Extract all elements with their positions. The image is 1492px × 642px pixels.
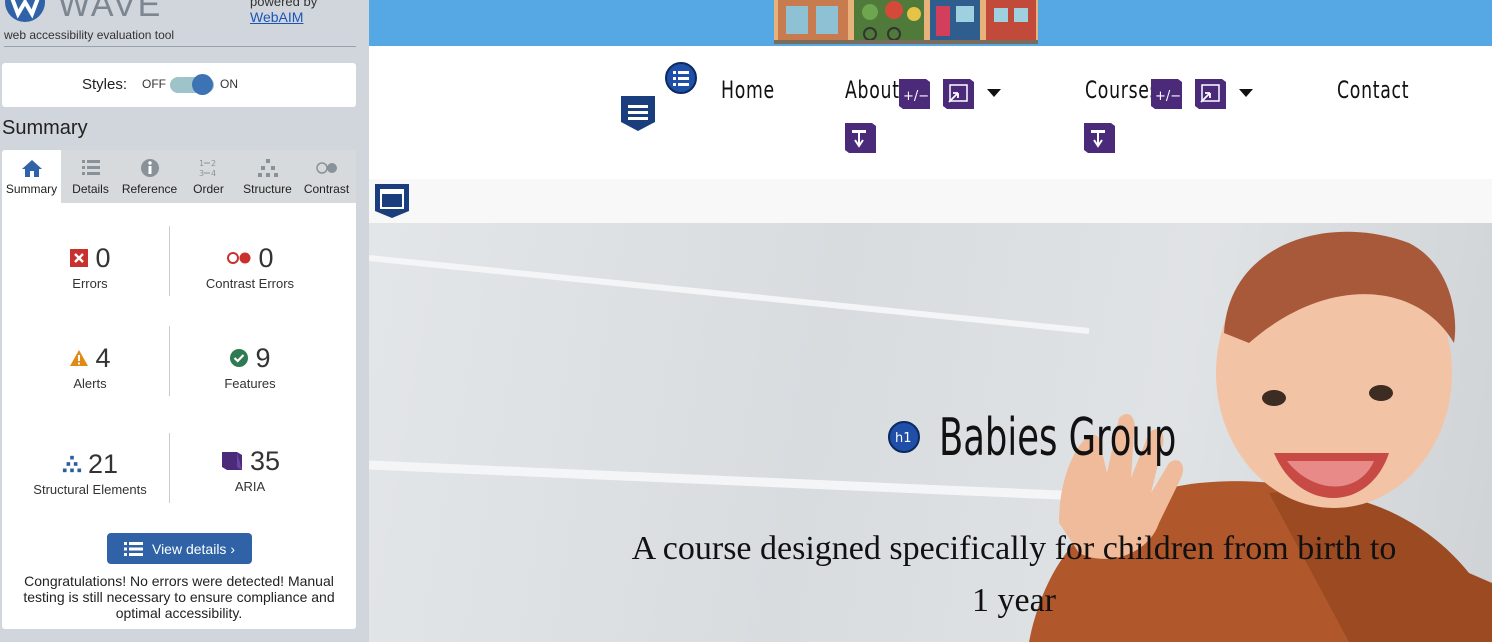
svg-text:2: 2: [211, 159, 216, 168]
feature-icon: [230, 349, 249, 367]
structural-elements-stat[interactable]: 21 Structural Elements: [10, 448, 170, 498]
nav-about-link[interactable]: About: [845, 76, 900, 104]
aria-icon: [221, 452, 242, 470]
tab-order[interactable]: 1234 Order: [179, 150, 238, 203]
summary-panel: Summary Details Reference 1234 Order Str…: [2, 150, 356, 629]
aria-count: 35: [249, 445, 281, 476]
alerts-label: Alerts: [73, 376, 107, 391]
hero-section: h1 Babies Group A course designed specif…: [369, 223, 1492, 642]
svg-text:4: 4: [211, 169, 216, 178]
errors-stat[interactable]: 0 Errors: [20, 242, 160, 291]
wave-navigation-marker-icon: [621, 96, 655, 131]
wave-list-marker-icon: [665, 62, 697, 94]
aria-expanded-marker-icon: +/−: [1151, 79, 1182, 109]
home-icon: [22, 160, 42, 177]
wave-tagline: web accessibility evaluation tool: [4, 28, 175, 42]
error-icon: [70, 249, 89, 267]
styles-toggle-box: Styles: OFF ON: [2, 63, 356, 107]
list-icon: [82, 160, 100, 175]
aria-popup-marker-icon: [1195, 79, 1226, 109]
hero-title: Babies Group: [939, 408, 1177, 468]
stats-divider: [169, 226, 170, 296]
aria-expanded-marker-icon: +/−: [899, 79, 930, 109]
tab-label: Reference: [121, 182, 178, 196]
evaluated-page: Home About +/− Courses +/− Contact h1 Ba…: [369, 0, 1492, 642]
wave-main-region-marker-icon: [375, 184, 409, 218]
tab-label: Contrast: [303, 182, 350, 196]
contrast-errors-stat[interactable]: 0 Contrast Errors: [180, 242, 320, 292]
tab-contrast[interactable]: Contrast: [297, 150, 356, 203]
wave-logo-icon: [5, 0, 45, 22]
wave-logo-text: WAVE: [58, 0, 163, 24]
svg-text:+/−: +/−: [903, 89, 929, 104]
nav-contact-link[interactable]: Contact: [1337, 76, 1409, 104]
tab-reference[interactable]: Reference: [120, 150, 179, 203]
view-details-button[interactable]: View details ›: [107, 533, 252, 564]
order-icon: 1 23 4: [199, 159, 216, 178]
nav-home-link[interactable]: Home: [721, 76, 775, 104]
alert-icon: [70, 350, 89, 366]
summary-heading: Summary: [2, 117, 88, 139]
features-label: Features: [224, 376, 276, 391]
hero-subtitle: A course designed specifically for child…: [631, 530, 1397, 619]
contrast-icon: [316, 162, 337, 174]
structural-count: 21: [87, 448, 119, 479]
svg-text:+/−: +/−: [1155, 89, 1181, 104]
alerts-count: 4: [95, 342, 111, 373]
toggle-knob[interactable]: [192, 74, 213, 95]
h1-heading-marker-icon: h1: [888, 421, 920, 453]
features-stat[interactable]: 9 Features: [180, 342, 320, 392]
courses-dropdown-caret[interactable]: [1239, 89, 1253, 97]
features-count: 9: [255, 342, 271, 373]
errors-count: 0: [95, 242, 111, 273]
about-dropdown-caret[interactable]: [987, 89, 1001, 97]
svg-text:1: 1: [199, 159, 204, 168]
stats-divider: [169, 326, 170, 396]
heading-badge-text: h1: [895, 431, 912, 446]
content-strip: [369, 179, 1492, 223]
tab-label: Summary: [5, 182, 58, 196]
contrast-errors-count: 0: [258, 242, 274, 273]
wave-tab-bar: Summary Details Reference 1234 Order Str…: [2, 150, 356, 203]
storefront-illustration: [774, 0, 1038, 44]
powered-by-text: powered by: [250, 0, 318, 9]
list-icon: [123, 541, 143, 556]
structure-icon: [258, 159, 278, 177]
tab-label: Order: [193, 182, 224, 196]
styles-label: Styles:: [82, 76, 128, 93]
aria-popup-marker-icon: [943, 79, 974, 109]
tab-summary[interactable]: Summary: [2, 150, 61, 203]
contrast-errors-label: Contrast Errors: [205, 276, 295, 291]
tab-label: Structure: [243, 182, 292, 196]
view-details-label: View details ›: [151, 540, 235, 557]
site-navigation: [369, 46, 1492, 179]
aria-stat[interactable]: 35 ARIA: [180, 445, 320, 494]
aria-tabindex-marker-icon: [1084, 123, 1115, 153]
aria-label: ARIA: [234, 479, 266, 494]
header-divider: [4, 46, 356, 47]
info-icon: [141, 159, 159, 177]
congratulations-message: Congratulations! No errors were detected…: [23, 573, 335, 621]
alerts-stat[interactable]: 4 Alerts: [20, 342, 160, 391]
tab-details[interactable]: Details: [61, 150, 120, 203]
svg-text:3: 3: [199, 169, 204, 178]
stats-divider: [169, 433, 170, 503]
tab-label: Details: [72, 182, 109, 196]
styles-off-label: OFF: [142, 77, 166, 91]
webaim-link[interactable]: WebAIM: [250, 9, 303, 25]
structural-label: Structural Elements: [33, 482, 147, 497]
wave-sidebar: WAVE web accessibility evaluation tool p…: [0, 0, 369, 642]
tab-structure[interactable]: Structure: [238, 150, 297, 203]
errors-label: Errors: [72, 276, 108, 291]
aria-tabindex-marker-icon: [845, 123, 876, 153]
site-banner: [369, 0, 1492, 46]
styles-on-label: ON: [220, 77, 238, 91]
styles-toggle-switch[interactable]: [170, 74, 214, 95]
structure-icon: [62, 455, 82, 473]
contrast-error-icon: [227, 252, 251, 264]
